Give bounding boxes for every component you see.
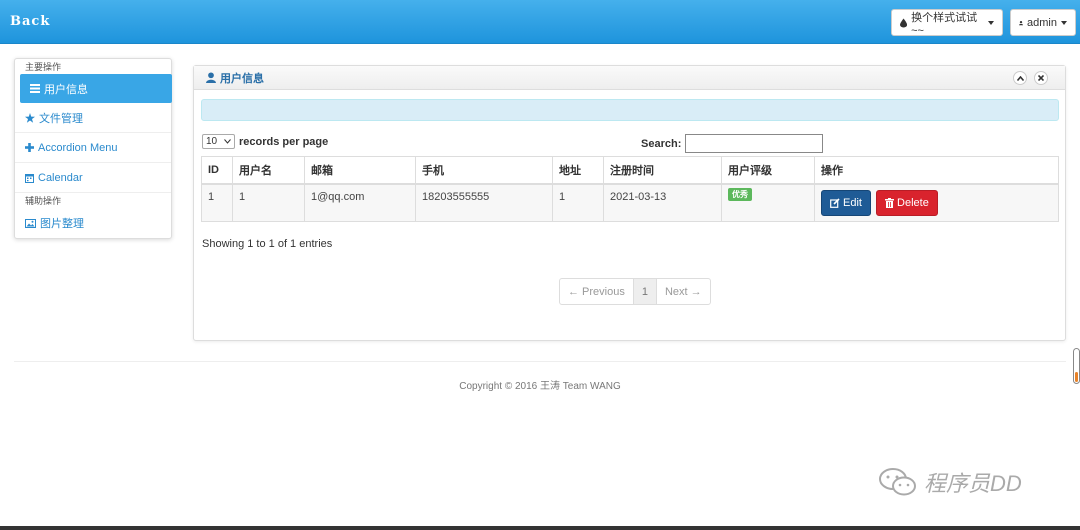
sidebar-item-file-management[interactable]: 文件管理 [15,103,171,133]
column-header[interactable]: 用户名 [232,156,305,185]
search-input[interactable] [685,134,824,153]
list-icon [30,84,40,93]
caret-down-icon [1061,20,1067,25]
user-menu-button[interactable]: admin [1010,9,1076,36]
style-switch-button[interactable]: 换个样式试试 ~~ [891,9,1003,37]
sidebar-header-main: 主要操作 [25,62,62,72]
records-per-page-value: 10 [206,136,218,147]
edit-button-label: Edit [843,196,862,209]
sidebar-item-label: 图片整理 [40,218,84,230]
top-navbar: Back 换个样式试试 ~~ admin [0,0,1080,44]
cell-address: 1 [552,183,604,222]
cell-username: 1 [232,183,305,222]
users-table: ID 用户名 邮箱 手机 地址 注册时间 用户评级 操作 1 1 1@qq.co… [201,156,1059,222]
sidebar-item-picture[interactable]: 图片整理 [15,208,171,238]
edit-icon [830,197,840,208]
user-icon [1019,20,1024,25]
sidebar-header-aux: 辅助操作 [25,196,62,206]
next-page-button[interactable]: Next → [657,279,710,304]
table-header-row: ID 用户名 邮箱 手机 地址 注册时间 用户评级 操作 [201,156,1059,185]
cell-phone: 18203555555 [415,183,553,222]
column-header[interactable]: 手机 [415,156,553,185]
records-per-page-select[interactable]: 10 [202,134,235,149]
table-row: 1 1 1@qq.com 18203555555 1 2021-03-13 优秀… [201,183,1059,222]
cell-registered: 2021-03-13 [603,183,722,222]
star-icon [25,112,35,123]
cell-email: 1@qq.com [304,183,416,222]
user-menu-label: admin [1027,16,1057,29]
close-icon[interactable] [1034,71,1048,85]
edit-button[interactable]: Edit [821,189,871,216]
cell-actions: Edit Delete [814,183,1059,222]
previous-page-button[interactable]: ← Previous [560,279,633,304]
records-per-page-label: records per page [239,135,329,148]
panel-title: 用户信息 [220,72,264,85]
column-header[interactable]: 地址 [552,156,604,185]
rating-badge: 优秀 [728,187,752,201]
watermark-text: 程序员DD [924,471,1022,496]
bottom-edge-bar [0,526,1080,530]
sidebar-item-label: Calendar [38,171,83,184]
wechat-icon [879,468,916,496]
style-switch-label: 换个样式试试 ~~ [911,11,978,37]
user-icon [206,72,216,83]
column-header[interactable]: ID [201,156,233,185]
sidebar: 主要操作 用户信息 文件管理 Accordion Menu Calendar 辅… [14,58,172,239]
sidebar-item-calendar[interactable]: Calendar [15,163,171,193]
footer-divider [14,361,1066,362]
pagination: ← Previous 1 Next → [559,278,711,305]
column-header[interactable]: 操作 [814,156,1059,185]
plus-icon [25,143,34,152]
delete-button[interactable]: Delete [876,189,938,216]
search-label: Search: [641,137,682,150]
brand-logo[interactable]: Back [10,14,50,29]
calendar-icon [25,173,34,183]
sidebar-item-label: 文件管理 [39,112,83,125]
sidebar-item-user-info[interactable]: 用户信息 [20,74,172,103]
collapse-icon[interactable] [1013,71,1027,85]
column-header[interactable]: 注册时间 [603,156,722,185]
cell-id: 1 [201,183,233,222]
column-header[interactable]: 用户评级 [721,156,815,185]
search-area: Search: [641,134,824,153]
records-per-page: 10 records per page [202,134,328,149]
panel-header: 用户信息 [194,66,1065,90]
tint-icon [900,18,908,27]
user-info-panel: 用户信息 10 records per page Search: ID 用户名 … [193,65,1066,341]
trash-icon [885,197,895,208]
footer-copyright: Copyright © 2016 王涛 Team WANG [459,381,621,392]
caret-down-icon [988,20,994,25]
sidebar-item-label: 用户信息 [44,83,88,96]
cell-rating: 优秀 [721,183,815,222]
current-page-button[interactable]: 1 [632,279,657,304]
delete-button-label: Delete [897,196,929,209]
info-alert [201,99,1059,121]
wechat-watermark: 程序员DD [878,466,1022,498]
sidebar-item-label: Accordion Menu [38,141,118,154]
column-header[interactable]: 邮箱 [304,156,416,185]
scrollbar-thumb[interactable] [1073,348,1080,384]
sidebar-item-accordion-menu[interactable]: Accordion Menu [15,133,171,163]
table-info: Showing 1 to 1 of 1 entries [202,238,333,250]
picture-icon [25,218,36,228]
chevron-down-icon [224,139,231,144]
